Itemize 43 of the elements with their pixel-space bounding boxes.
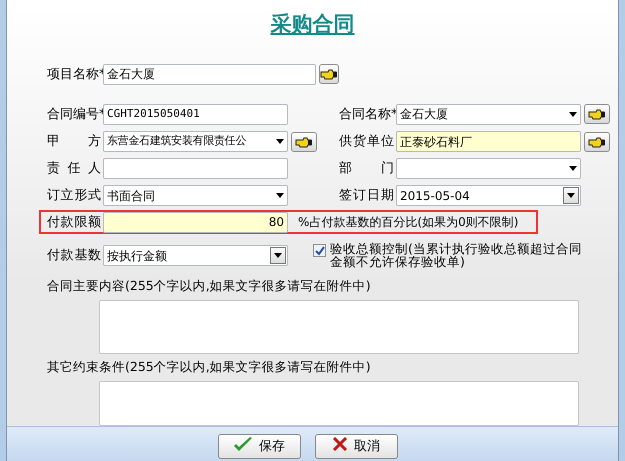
field-label: 付款基数	[47, 247, 102, 266]
lookup-button[interactable]	[319, 64, 339, 84]
dropdown-field[interactable]: 按执行金额	[103, 245, 288, 266]
text-field[interactable]: 金石大厦	[103, 64, 316, 85]
dropdown-button[interactable]	[270, 247, 286, 264]
lookup-button[interactable]	[584, 104, 610, 124]
dropdown-button[interactable]	[563, 187, 579, 204]
caret-icon	[569, 166, 577, 172]
lookup-button[interactable]	[584, 132, 610, 152]
field-label: 供货单位	[339, 132, 395, 151]
field-label: 付款限额	[47, 214, 102, 232]
form-title: 采购合同	[270, 10, 356, 38]
pointing-hand-icon	[588, 136, 606, 148]
field-label: 甲 方	[47, 132, 102, 151]
checkbox[interactable]	[313, 244, 326, 258]
text-field[interactable]: CGHT2015050401	[103, 104, 288, 125]
text-field[interactable]: 正泰砂石料厂	[396, 131, 581, 152]
pointing-hand-icon	[320, 68, 338, 80]
dropdown-field[interactable]: 东营金石建筑安装有限责任公	[103, 131, 288, 152]
caret-icon	[276, 139, 284, 144]
hint-text: %占付款基数的百分比(如果为0则不限制)	[298, 214, 518, 232]
pointing-hand-icon	[295, 136, 313, 148]
field-label: 部 门	[339, 160, 395, 178]
caret-icon	[569, 112, 577, 117]
number-field[interactable]: 80	[103, 212, 288, 233]
close-icon	[332, 436, 348, 451]
date-field[interactable]: 2015-05-04	[396, 185, 581, 206]
field-label: 签订日期	[339, 187, 395, 206]
caret-icon	[276, 193, 284, 198]
dropdown-field[interactable]: 书面合同	[103, 185, 288, 206]
lookup-button[interactable]	[291, 132, 317, 152]
field-label: 责 任 人	[47, 160, 102, 178]
dropdown-field[interactable]	[396, 158, 581, 180]
dropdown-field[interactable]: 金石大厦	[396, 104, 581, 125]
pointing-hand-icon	[588, 108, 606, 120]
save-button[interactable]: 保存	[218, 434, 300, 459]
checkbox-label: 验收总额控制(当累计执行验收总额超过合同金额不允许保存验收单)	[330, 242, 583, 268]
checkmark-icon	[233, 436, 253, 453]
field-label: 其它约束条件(255个字以内,如果文字很多请写在附件中)	[46, 358, 372, 376]
text-field[interactable]	[103, 158, 288, 180]
cancel-button[interactable]: 取消	[314, 434, 398, 459]
field-label: 合同主要内容(255个字以内,如果文字很多请写在附件中)	[46, 277, 372, 296]
field-label: 订立形式	[47, 187, 102, 206]
